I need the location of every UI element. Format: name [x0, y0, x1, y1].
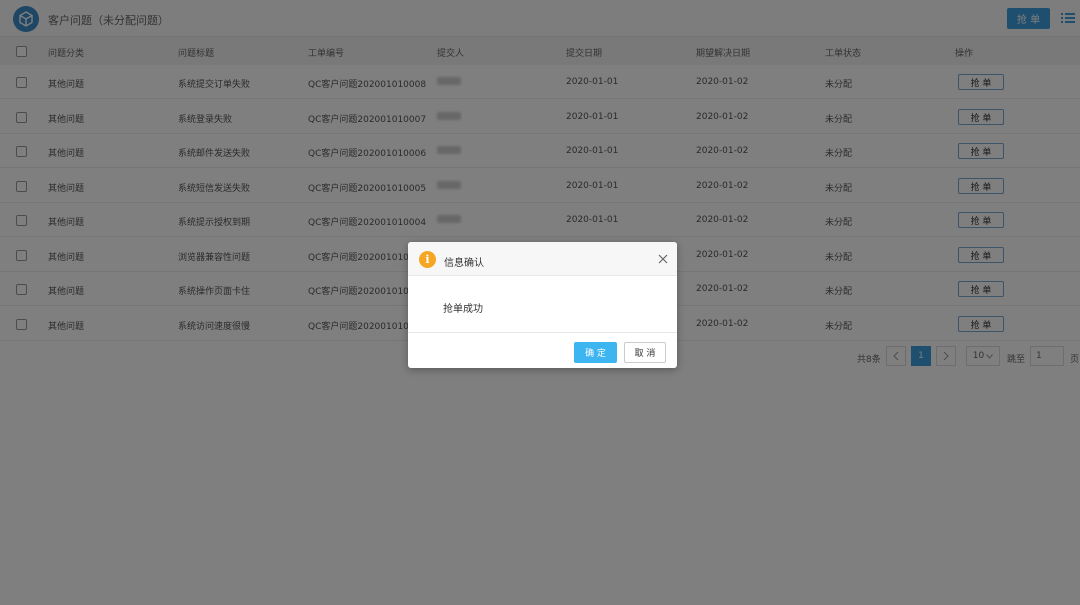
confirm-dialog: i 信息确认 抢单成功 确 定 取 消	[408, 242, 677, 368]
dialog-message: 抢单成功	[443, 304, 483, 315]
confirm-button[interactable]: 确 定	[574, 342, 617, 363]
cancel-button[interactable]: 取 消	[624, 342, 666, 363]
dialog-footer: 确 定 取 消	[408, 332, 677, 368]
page: 客户问题（未分配问题） 抢 单 问题分类 问题标题 工单编号 提交人 提交日期 …	[0, 0, 1080, 605]
dialog-header: i 信息确认	[408, 242, 677, 276]
info-icon: i	[419, 251, 436, 268]
close-icon[interactable]	[655, 251, 671, 267]
dialog-title: 信息确认	[444, 258, 484, 269]
